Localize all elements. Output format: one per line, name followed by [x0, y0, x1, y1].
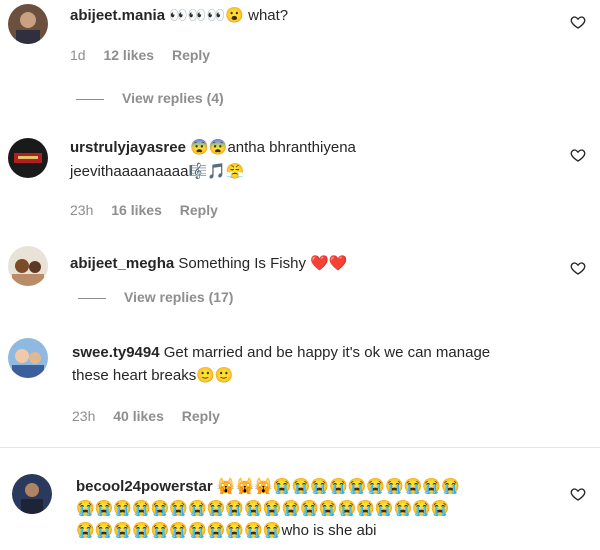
heart-outline-icon[interactable] [570, 147, 586, 163]
view-replies-button[interactable]: View replies (4) [76, 90, 224, 106]
divider [78, 297, 106, 299]
comment-text-line2: 😭😭😭😭😭😭😭😭😭😭😭😭😭😭😭😭😭😭😭😭 [76, 499, 450, 519]
comment-meta: 23h 40 likes Reply [72, 408, 234, 424]
comment-text: becool24powerstar 🙀🙀🙀😭😭😭😭😭😭😭😭😭😭 [76, 477, 460, 497]
comment-likes[interactable]: 12 likes [103, 47, 154, 63]
divider [76, 98, 104, 100]
comment-text-line3: 😭😭😭😭😭😭😭😭😭😭😭who is she abi [76, 521, 377, 541]
heart-outline-icon[interactable] [570, 260, 586, 276]
comment-text-line2: these heart breaks🙂🙂 [72, 366, 234, 386]
heart-outline-icon[interactable] [570, 486, 586, 502]
comment-time: 1d [70, 47, 86, 63]
comment-username[interactable]: becool24powerstar [76, 478, 213, 495]
comment-meta: 23h 16 likes Reply [70, 202, 232, 218]
comment-body: Get married and be happy it's ok we can … [163, 344, 491, 361]
comment-username[interactable]: swee.ty9494 [72, 344, 160, 361]
comment-text: abijeet.mania 👀👀👀😮 what? [70, 6, 288, 26]
comment-emojis: 😨😨 [190, 139, 228, 156]
comment-body-line2: jeevithaaaanaaaa [70, 163, 189, 180]
comment-likes[interactable]: 16 likes [111, 202, 162, 218]
comment-time: 23h [70, 202, 94, 218]
comment-body-line2: these heart breaks [72, 367, 197, 384]
comment-username[interactable]: urstrulyjayasree [70, 139, 186, 156]
avatar[interactable] [8, 246, 48, 286]
view-replies-button[interactable]: View replies (17) [78, 289, 233, 305]
comment-text: urstrulyjayasree 😨😨antha bhranthiyena [70, 138, 356, 158]
comment-time: 23h [72, 408, 96, 424]
divider [0, 447, 600, 448]
comment-emojis: 👀👀👀😮 [169, 7, 244, 24]
comment-text: abijeet_megha Something Is Fishy ❤️❤️ [70, 254, 347, 274]
avatar[interactable] [8, 4, 48, 44]
comment-username[interactable]: abijeet.mania [70, 7, 165, 24]
heart-outline-icon[interactable] [570, 14, 586, 30]
comment-emojis-line2: 🎼🎵😤 [188, 163, 245, 180]
comment-username[interactable]: abijeet_megha [70, 255, 174, 272]
avatar[interactable] [12, 474, 52, 514]
view-replies-label: View replies (4) [122, 90, 224, 106]
avatar[interactable] [8, 138, 48, 178]
avatar[interactable] [8, 338, 48, 378]
comment-body: Something Is Fishy [178, 255, 306, 272]
comment-body: what? [248, 7, 289, 24]
comment-emojis-line2: 🙂🙂 [196, 367, 234, 384]
comment-emojis-line3: 😭😭😭😭😭😭😭😭😭😭😭 [76, 522, 282, 539]
comment-likes[interactable]: 40 likes [113, 408, 164, 424]
reply-button[interactable]: Reply [182, 408, 220, 424]
reply-button[interactable]: Reply [180, 202, 218, 218]
reply-button[interactable]: Reply [172, 47, 210, 63]
view-replies-label: View replies (17) [124, 289, 234, 305]
comment-text: swee.ty9494 Get married and be happy it'… [72, 343, 490, 363]
comment-body: antha bhranthiyena [227, 139, 356, 156]
comment-meta: 1d 12 likes Reply [70, 47, 224, 63]
comment-text-line2: jeevithaaaanaaaa🎼🎵😤 [70, 162, 244, 182]
comment-body-line3: who is she abi [281, 522, 377, 539]
comment-emojis: 🙀🙀🙀😭😭😭😭😭😭😭😭😭😭 [216, 478, 460, 495]
comment-emojis: ❤️❤️ [310, 255, 348, 272]
comment-emojis-line2: 😭😭😭😭😭😭😭😭😭😭😭😭😭😭😭😭😭😭😭😭 [76, 500, 450, 517]
